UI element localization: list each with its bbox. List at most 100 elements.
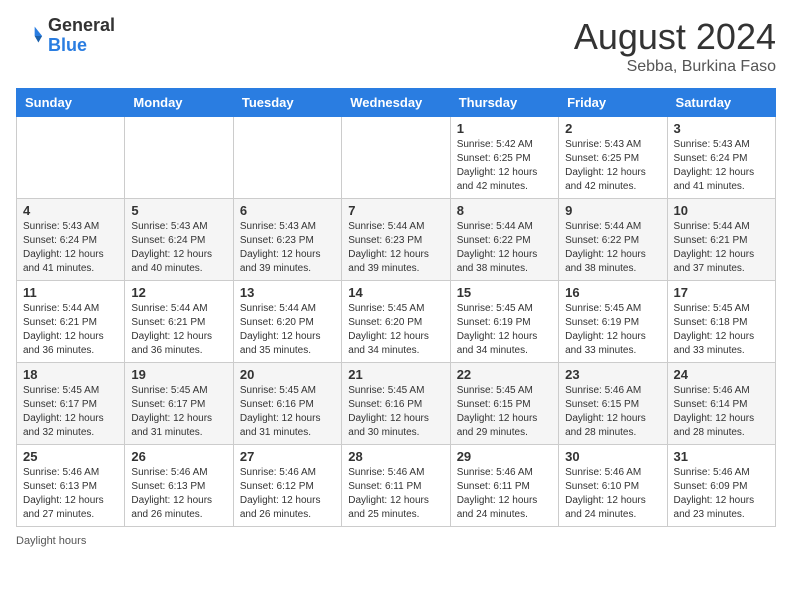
day-info: Sunrise: 5:43 AM Sunset: 6:24 PM Dayligh… xyxy=(674,138,769,194)
calendar-cell: 15 Sunrise: 5:45 AM Sunset: 6:19 PM Dayli… xyxy=(450,281,558,363)
weekday-header-monday: Monday xyxy=(125,89,233,117)
day-number: 11 xyxy=(23,285,118,300)
logo-icon xyxy=(16,22,44,50)
calendar-cell: 14 Sunrise: 5:45 AM Sunset: 6:20 PM Dayli… xyxy=(342,281,450,363)
day-number: 12 xyxy=(131,285,226,300)
calendar-cell: 23Sunrise: 5:46 AM Sunset: 6:15 PM Dayli… xyxy=(559,363,667,445)
day-number: 22 xyxy=(457,367,552,382)
day-info: Sunrise: 5:43 AM Sunset: 6:23 PM Dayligh… xyxy=(240,220,335,276)
day-info: Sunrise: 5:44 AM Sunset: 6:22 PM Dayligh… xyxy=(565,220,660,276)
calendar-cell: 1 Sunrise: 5:42 AM Sunset: 6:25 PM Daylig… xyxy=(450,117,558,199)
day-number: 21 xyxy=(348,367,443,382)
day-info: Sunrise: 5:44 AM Sunset: 6:22 PM Dayligh… xyxy=(457,220,552,276)
day-info: Sunrise: 5:45 AM Sunset: 6:15 PM Dayligh… xyxy=(457,384,552,440)
calendar-cell: 30 Sunrise: 5:46 AM Sunset: 6:10 PM Dayli… xyxy=(559,445,667,527)
weekday-header-friday: Friday xyxy=(559,89,667,117)
calendar-cell: 22 Sunrise: 5:45 AM Sunset: 6:15 PM Dayli… xyxy=(450,363,558,445)
day-number: 4 xyxy=(23,203,118,218)
calendar-cell: 2Sunrise: 5:43 AM Sunset: 6:25 PM Daylig… xyxy=(559,117,667,199)
day-info: Sunrise: 5:45 AM Sunset: 6:18 PM Dayligh… xyxy=(674,302,769,358)
day-number: 25 xyxy=(23,449,118,464)
calendar-cell: 20Sunrise: 5:45 AM Sunset: 6:16 PM Dayli… xyxy=(233,363,341,445)
calendar-cell: 26Sunrise: 5:46 AM Sunset: 6:13 PM Dayli… xyxy=(125,445,233,527)
day-info: Sunrise: 5:44 AM Sunset: 6:21 PM Dayligh… xyxy=(674,220,769,276)
calendar-cell xyxy=(342,117,450,199)
calendar-cell: 3 Sunrise: 5:43 AM Sunset: 6:24 PM Daylig… xyxy=(667,117,775,199)
calendar-cell: 16Sunrise: 5:45 AM Sunset: 6:19 PM Dayli… xyxy=(559,281,667,363)
calendar-cell: 10 Sunrise: 5:44 AM Sunset: 6:21 PM Dayli… xyxy=(667,199,775,281)
day-number: 30 xyxy=(565,449,660,464)
weekday-header-row: SundayMondayTuesdayWednesdayThursdayFrid… xyxy=(17,89,776,117)
calendar-cell: 5Sunrise: 5:43 AM Sunset: 6:24 PM Daylig… xyxy=(125,199,233,281)
day-info: Sunrise: 5:46 AM Sunset: 6:14 PM Dayligh… xyxy=(674,384,769,440)
calendar-cell: 4 Sunrise: 5:43 AM Sunset: 6:24 PM Daylig… xyxy=(17,199,125,281)
footer: Daylight hours xyxy=(16,535,776,547)
day-number: 28 xyxy=(348,449,443,464)
calendar-cell: 21 Sunrise: 5:45 AM Sunset: 6:16 PM Dayli… xyxy=(342,363,450,445)
day-info: Sunrise: 5:45 AM Sunset: 6:17 PM Dayligh… xyxy=(131,384,226,440)
day-number: 27 xyxy=(240,449,335,464)
calendar-week-row: 11 Sunrise: 5:44 AM Sunset: 6:21 PM Dayli… xyxy=(17,281,776,363)
calendar-cell: 25Sunrise: 5:46 AM Sunset: 6:13 PM Dayli… xyxy=(17,445,125,527)
day-number: 24 xyxy=(674,367,769,382)
day-number: 15 xyxy=(457,285,552,300)
day-info: Sunrise: 5:46 AM Sunset: 6:09 PM Dayligh… xyxy=(674,466,769,522)
calendar-week-row: 25Sunrise: 5:46 AM Sunset: 6:13 PM Dayli… xyxy=(17,445,776,527)
title-area: August 2024 Sebba, Burkina Faso xyxy=(574,16,776,76)
day-number: 26 xyxy=(131,449,226,464)
calendar-cell: 13Sunrise: 5:44 AM Sunset: 6:20 PM Dayli… xyxy=(233,281,341,363)
day-info: Sunrise: 5:44 AM Sunset: 6:23 PM Dayligh… xyxy=(348,220,443,276)
calendar-cell: 9 Sunrise: 5:44 AM Sunset: 6:22 PM Daylig… xyxy=(559,199,667,281)
day-number: 18 xyxy=(23,367,118,382)
day-info: Sunrise: 5:43 AM Sunset: 6:24 PM Dayligh… xyxy=(23,220,118,276)
day-info: Sunrise: 5:46 AM Sunset: 6:10 PM Dayligh… xyxy=(565,466,660,522)
calendar-cell: 11 Sunrise: 5:44 AM Sunset: 6:21 PM Dayli… xyxy=(17,281,125,363)
weekday-header-tuesday: Tuesday xyxy=(233,89,341,117)
calendar-cell: 31 Sunrise: 5:46 AM Sunset: 6:09 PM Dayli… xyxy=(667,445,775,527)
day-number: 14 xyxy=(348,285,443,300)
calendar-cell xyxy=(125,117,233,199)
calendar-cell xyxy=(233,117,341,199)
day-info: Sunrise: 5:46 AM Sunset: 6:11 PM Dayligh… xyxy=(457,466,552,522)
day-number: 29 xyxy=(457,449,552,464)
day-number: 3 xyxy=(674,121,769,136)
day-info: Sunrise: 5:43 AM Sunset: 6:25 PM Dayligh… xyxy=(565,138,660,194)
day-number: 17 xyxy=(674,285,769,300)
logo-blue-text: Blue xyxy=(48,35,87,55)
day-number: 13 xyxy=(240,285,335,300)
day-info: Sunrise: 5:45 AM Sunset: 6:16 PM Dayligh… xyxy=(348,384,443,440)
day-info: Sunrise: 5:45 AM Sunset: 6:20 PM Dayligh… xyxy=(348,302,443,358)
day-number: 19 xyxy=(131,367,226,382)
logo-general-text: General xyxy=(48,15,115,35)
calendar-cell: 24 Sunrise: 5:46 AM Sunset: 6:14 PM Dayli… xyxy=(667,363,775,445)
logo: General Blue xyxy=(16,16,115,56)
day-info: Sunrise: 5:42 AM Sunset: 6:25 PM Dayligh… xyxy=(457,138,552,194)
day-info: Sunrise: 5:46 AM Sunset: 6:12 PM Dayligh… xyxy=(240,466,335,522)
day-number: 10 xyxy=(674,203,769,218)
calendar-cell: 17 Sunrise: 5:45 AM Sunset: 6:18 PM Dayli… xyxy=(667,281,775,363)
day-info: Sunrise: 5:44 AM Sunset: 6:21 PM Dayligh… xyxy=(131,302,226,358)
day-info: Sunrise: 5:45 AM Sunset: 6:16 PM Dayligh… xyxy=(240,384,335,440)
calendar-cell: 7 Sunrise: 5:44 AM Sunset: 6:23 PM Daylig… xyxy=(342,199,450,281)
day-info: Sunrise: 5:45 AM Sunset: 6:19 PM Dayligh… xyxy=(457,302,552,358)
day-number: 7 xyxy=(348,203,443,218)
calendar-table: SundayMondayTuesdayWednesdayThursdayFrid… xyxy=(16,88,776,527)
day-info: Sunrise: 5:45 AM Sunset: 6:19 PM Dayligh… xyxy=(565,302,660,358)
weekday-header-thursday: Thursday xyxy=(450,89,558,117)
logo-text: General Blue xyxy=(48,16,115,56)
day-info: Sunrise: 5:45 AM Sunset: 6:17 PM Dayligh… xyxy=(23,384,118,440)
header: General Blue August 2024 Sebba, Burkina … xyxy=(16,16,776,76)
calendar-cell: 18 Sunrise: 5:45 AM Sunset: 6:17 PM Dayli… xyxy=(17,363,125,445)
calendar-week-row: 18 Sunrise: 5:45 AM Sunset: 6:17 PM Dayli… xyxy=(17,363,776,445)
day-info: Sunrise: 5:44 AM Sunset: 6:21 PM Dayligh… xyxy=(23,302,118,358)
calendar-cell: 12 Sunrise: 5:44 AM Sunset: 6:21 PM Dayli… xyxy=(125,281,233,363)
day-number: 5 xyxy=(131,203,226,218)
day-number: 31 xyxy=(674,449,769,464)
daylight-hours-label: Daylight hours xyxy=(16,535,86,547)
calendar-cell: 19 Sunrise: 5:45 AM Sunset: 6:17 PM Dayli… xyxy=(125,363,233,445)
day-number: 8 xyxy=(457,203,552,218)
day-number: 6 xyxy=(240,203,335,218)
month-title: August 2024 xyxy=(574,16,776,58)
day-number: 1 xyxy=(457,121,552,136)
day-number: 9 xyxy=(565,203,660,218)
